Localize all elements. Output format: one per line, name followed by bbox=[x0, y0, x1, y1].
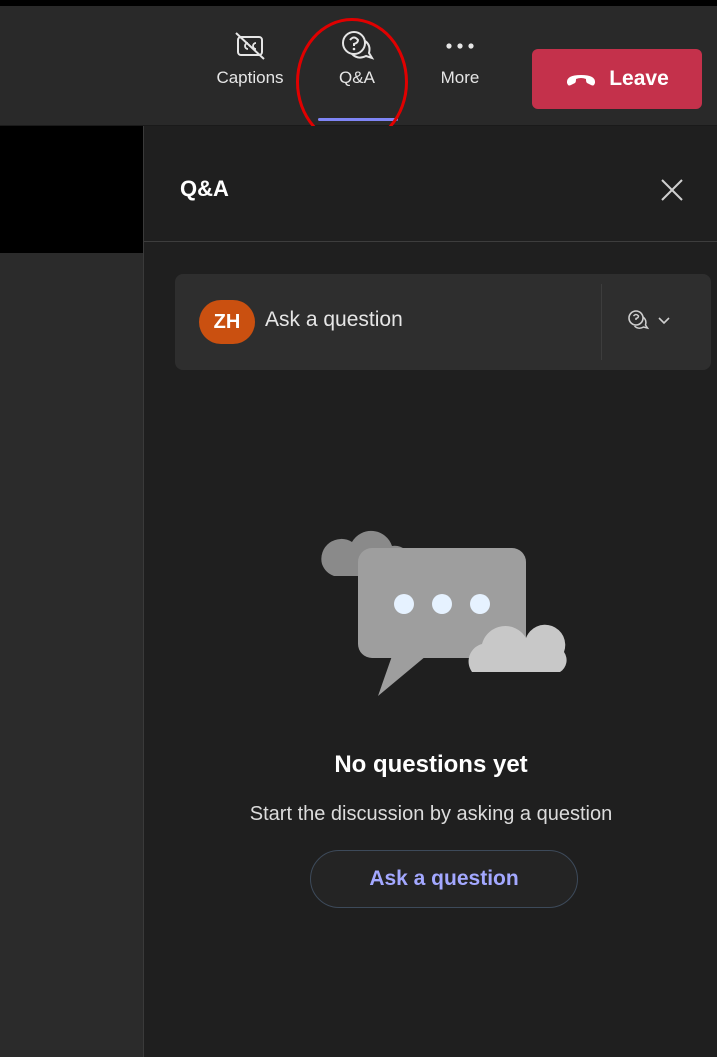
empty-state-illustration bbox=[314, 516, 574, 696]
panel-title: Q&A bbox=[180, 176, 229, 201]
captions-label: Captions bbox=[216, 68, 284, 87]
captions-button[interactable]: Captions bbox=[206, 12, 294, 124]
composer-divider bbox=[601, 284, 602, 360]
qa-button[interactable]: Q&A bbox=[318, 12, 396, 124]
qa-icon bbox=[337, 24, 377, 68]
close-icon[interactable] bbox=[658, 176, 686, 204]
leave-label: Leave bbox=[609, 67, 669, 90]
qa-icon bbox=[625, 308, 651, 337]
meeting-toolbar: Captions Q&A More Leave bbox=[0, 0, 717, 126]
qa-label: Q&A bbox=[339, 68, 375, 87]
empty-state-subtitle: Start the discussion by asking a questio… bbox=[249, 803, 613, 825]
leave-button[interactable]: Leave bbox=[532, 49, 702, 109]
video-stage bbox=[0, 126, 143, 1057]
more-dots-icon bbox=[444, 24, 476, 68]
more-button[interactable]: More bbox=[428, 12, 492, 124]
captions-off-icon bbox=[230, 24, 270, 68]
video-tile bbox=[0, 126, 143, 253]
ask-question-input[interactable]: Ask a question bbox=[265, 308, 403, 332]
hang-up-phone-icon bbox=[565, 71, 597, 87]
active-tab-indicator bbox=[318, 118, 398, 121]
panel-header: Q&A bbox=[144, 126, 717, 242]
ask-question-composer[interactable]: ZH Ask a question bbox=[175, 274, 711, 370]
chevron-down-icon bbox=[657, 313, 671, 331]
empty-state-title: No questions yet bbox=[334, 751, 528, 778]
qa-panel: Q&A ZH Ask a question No questions yet S… bbox=[143, 126, 717, 1057]
avatar: ZH bbox=[199, 300, 255, 344]
question-type-dropdown[interactable] bbox=[625, 304, 695, 340]
more-label: More bbox=[440, 68, 480, 87]
ask-question-button[interactable]: Ask a question bbox=[310, 850, 578, 908]
